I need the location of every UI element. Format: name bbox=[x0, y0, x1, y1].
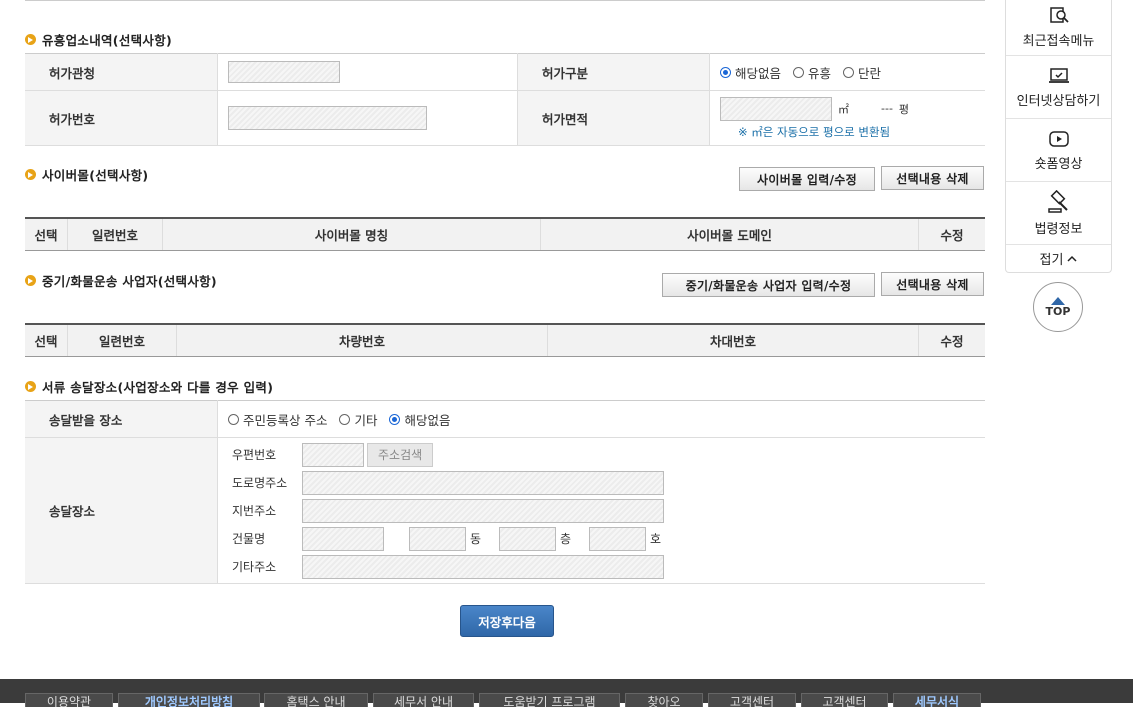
delivery-place-label: 송달받을 장소 bbox=[25, 400, 218, 438]
sidebar-item-consult[interactable]: 인터넷상담하기 bbox=[1006, 56, 1111, 119]
postal-code-input[interactable] bbox=[302, 442, 364, 467]
section-bullet-icon bbox=[25, 169, 36, 180]
permit-authority-input[interactable] bbox=[228, 61, 340, 83]
footer-tab-help[interactable]: 도움받기 프로그램 bbox=[479, 693, 620, 707]
gavel-icon bbox=[1047, 189, 1068, 213]
col-serial: 일련번호 bbox=[67, 218, 163, 251]
quick-menu-sidebar: 최근접속메뉴 인터넷상담하기 숏폼영상 법령정보 접기 bbox=[1005, 0, 1112, 273]
address-search-button[interactable]: 주소검색 bbox=[367, 442, 434, 467]
permit-section-title: 유흥업소내역(선택사항) bbox=[25, 30, 172, 49]
sidebar-item-shortform[interactable]: 숏폼영상 bbox=[1006, 119, 1111, 182]
col-mall-domain: 사이버몰 도메인 bbox=[540, 218, 919, 251]
cybermall-table: 선택 일련번호 사이버몰 명칭 사이버몰 도메인 수정 bbox=[25, 217, 985, 251]
jibun-address-label: 지번주소 bbox=[232, 504, 277, 518]
building-floor-input[interactable] bbox=[499, 526, 556, 551]
road-address-label: 도로명주소 bbox=[232, 476, 288, 490]
section-bullet-icon bbox=[25, 381, 36, 392]
recent-search-icon bbox=[1049, 7, 1069, 23]
top-divider bbox=[25, 0, 985, 2]
delivery-address-label: 송달장소 bbox=[25, 437, 218, 584]
delivery-none-radio[interactable]: 해당없음 bbox=[389, 410, 450, 429]
postal-code-label: 우편번호 bbox=[232, 448, 277, 462]
col-select: 선택 bbox=[25, 218, 68, 251]
section-bullet-icon bbox=[25, 34, 36, 45]
permit-number-input[interactable] bbox=[228, 106, 427, 130]
radio-icon bbox=[228, 413, 239, 425]
col-mall-name: 사이버몰 명칭 bbox=[162, 218, 541, 251]
freight-input-button[interactable]: 중기/화물운송 사업자 입력/수정 bbox=[662, 273, 875, 297]
area-conversion-note: ※ ㎡은 자동으로 평으로 변환됨 bbox=[738, 124, 891, 139]
footer-tab-center2[interactable]: 고객센터 bbox=[801, 693, 888, 707]
col-serial: 일련번호 bbox=[67, 324, 177, 357]
permit-area-label: 허가면적 bbox=[517, 90, 710, 146]
road-address-input[interactable] bbox=[302, 470, 664, 495]
delivery-other-radio[interactable]: 기타 bbox=[339, 410, 377, 429]
freight-delete-button[interactable]: 선택내용 삭제 bbox=[881, 272, 984, 296]
cybermall-input-button[interactable]: 사이버몰 입력/수정 bbox=[739, 167, 875, 191]
footer-tab-forms[interactable]: 세무서식 bbox=[893, 693, 981, 707]
permit-type-danran-radio[interactable]: 단란 bbox=[843, 63, 881, 82]
footer-tab-office[interactable]: 세무서 안내 bbox=[373, 693, 474, 707]
play-icon bbox=[1048, 130, 1069, 147]
section-bullet-icon bbox=[25, 275, 36, 286]
permit-table: 허가관청 허가구분 해당없음 유흥 단란 허가번호 허가면적 ㎡ --- 평 ※… bbox=[25, 53, 985, 146]
permit-number-label: 허가번호 bbox=[25, 90, 218, 146]
cybermall-section-title: 사이버몰(선택사항) bbox=[25, 165, 148, 184]
permit-authority-label: 허가관청 bbox=[25, 53, 218, 91]
building-ho-input[interactable] bbox=[589, 526, 646, 551]
pyeong-value: --- bbox=[881, 102, 893, 115]
chevron-up-icon bbox=[1067, 255, 1077, 262]
etc-address-input[interactable] bbox=[302, 554, 664, 579]
permit-type-entertain-radio[interactable]: 유흥 bbox=[793, 63, 831, 82]
radio-selected-icon bbox=[720, 66, 731, 78]
scroll-top-button[interactable]: TOP bbox=[1033, 282, 1083, 332]
unit-m2: ㎡ bbox=[838, 102, 849, 116]
footer-tab-center1[interactable]: 고객센터 bbox=[708, 693, 796, 707]
laptop-check-icon bbox=[1048, 67, 1069, 83]
sidebar-item-recent[interactable]: 최근접속메뉴 bbox=[1006, 0, 1111, 56]
radio-selected-icon bbox=[389, 413, 401, 425]
delivery-resident-address-radio[interactable]: 주민등록상 주소 bbox=[228, 410, 327, 429]
etc-address-label: 기타주소 bbox=[232, 560, 277, 574]
radio-icon bbox=[339, 413, 351, 425]
sidebar-fold-button[interactable]: 접기 bbox=[1006, 245, 1111, 272]
footer-tab-terms[interactable]: 이용약관 bbox=[25, 693, 113, 707]
delivery-section-title: 서류 송달장소(사업장소와 다를 경우 입력) bbox=[25, 377, 273, 396]
jibun-address-input[interactable] bbox=[302, 498, 664, 523]
permit-type-label: 허가구분 bbox=[517, 53, 710, 91]
triangle-up-icon bbox=[1051, 296, 1065, 305]
col-select: 선택 bbox=[25, 324, 68, 357]
col-chassis-number: 차대번호 bbox=[547, 324, 919, 357]
dong-label: 동 bbox=[470, 532, 482, 546]
building-name-label: 건물명 bbox=[232, 532, 266, 546]
col-vehicle-number: 차량번호 bbox=[176, 324, 548, 357]
freight-table: 선택 일련번호 차량번호 차대번호 수정 bbox=[25, 323, 985, 357]
footer-tab-privacy[interactable]: 개인정보처리방침 bbox=[118, 693, 260, 707]
footer-tab-find[interactable]: 찾아오 bbox=[625, 693, 703, 707]
cybermall-delete-button[interactable]: 선택내용 삭제 bbox=[881, 166, 984, 190]
col-edit: 수정 bbox=[918, 324, 985, 357]
footer-tab-hometax[interactable]: 홈택스 안내 bbox=[264, 693, 368, 707]
floor-label: 층 bbox=[560, 532, 572, 546]
radio-icon bbox=[793, 66, 804, 78]
ho-label: 호 bbox=[650, 532, 662, 546]
unit-pyeong: 평 bbox=[898, 102, 910, 116]
building-name-input[interactable] bbox=[302, 526, 384, 551]
permit-type-none-radio[interactable]: 해당없음 bbox=[720, 63, 781, 82]
col-edit: 수정 bbox=[918, 218, 985, 251]
footer: 이용약관 개인정보처리방침 홈택스 안내 세무서 안내 도움받기 프로그램 찾아… bbox=[0, 679, 1133, 707]
sidebar-item-law[interactable]: 법령정보 bbox=[1006, 182, 1111, 245]
freight-section-title: 중기/화물운송 사업자(선택사항) bbox=[25, 271, 217, 290]
permit-area-input[interactable] bbox=[720, 96, 832, 121]
save-next-button[interactable]: 저장후다음 bbox=[460, 605, 554, 637]
delivery-table: 송달받을 장소 주민등록상 주소 기타 해당없음 송달장소 우편번호 주소검색 … bbox=[25, 400, 985, 584]
building-dong-input[interactable] bbox=[409, 526, 466, 551]
radio-icon bbox=[843, 66, 854, 78]
